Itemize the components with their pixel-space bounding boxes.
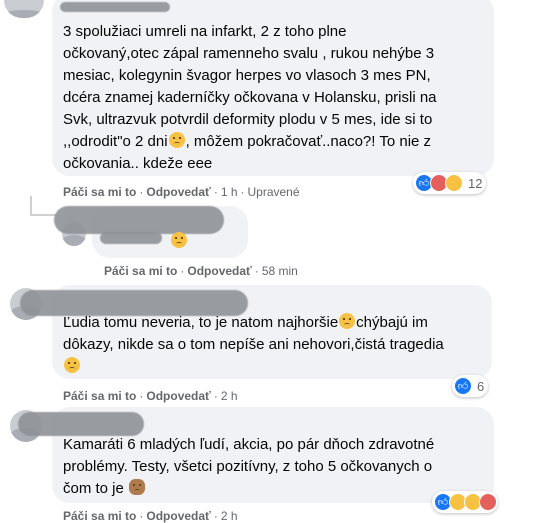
comment-line-with-emoji: čom to je — [63, 479, 146, 499]
comment-line: dcéra znamej kaderníčky očkovana v Holan… — [63, 89, 437, 106]
sad-face-icon — [64, 357, 80, 373]
separator: · — [213, 185, 218, 199]
worried-face-icon — [339, 313, 356, 329]
timestamp-link[interactable]: 1 h — [221, 185, 238, 199]
like-button[interactable]: Páči sa mi to — [63, 185, 136, 199]
comment-line: 3 spolužiaci umreli na infarkt, 2 z toho… — [63, 23, 347, 40]
comment-actions: Páči sa mi to · Odpovedať · 58 min — [104, 264, 298, 278]
edited-label[interactable]: Upravené — [248, 185, 300, 199]
comment-actions: Páči sa mi to · Odpovedať · 2 h — [63, 389, 238, 403]
separator: · — [180, 264, 185, 278]
like-button[interactable]: Páči sa mi to — [104, 264, 177, 278]
redacted-content — [100, 232, 162, 244]
separator: · — [139, 389, 144, 403]
separator: · — [213, 389, 218, 403]
comment-line: Kamaráti 6 mladých ľudí, akcia, po pár d… — [63, 436, 435, 453]
comment-line-with-emoji: Ľudia tomu neveria, to je natom najhorši… — [63, 313, 428, 333]
comment-text: čom to je — [63, 480, 124, 497]
like-button[interactable]: Páči sa mi to — [63, 509, 136, 523]
redacted-author-name — [18, 412, 144, 436]
timestamp-link[interactable]: 2 h — [221, 509, 238, 523]
reactions-summary[interactable]: 👍︎ 12 — [413, 172, 487, 194]
timestamp-link[interactable]: 2 h — [221, 389, 238, 403]
reply-button[interactable]: Odpovedať — [146, 509, 210, 523]
comment-line: mesiac, kolegynin švagor herpes vo vlaso… — [63, 67, 431, 84]
separator: · — [213, 509, 218, 523]
separator: · — [139, 509, 144, 523]
like-button[interactable]: Páči sa mi to — [63, 389, 136, 403]
avatar[interactable] — [4, 0, 44, 18]
comment-actions: Páči sa mi to · Odpovedať · 1 h · Upravené — [63, 185, 300, 199]
reply-button[interactable]: Odpovedať — [146, 389, 210, 403]
comment-text: chýbajú im — [356, 314, 428, 331]
reply-button[interactable]: Odpovedať — [146, 185, 210, 199]
separator: · — [254, 264, 259, 278]
sleepy-face-icon — [171, 232, 187, 248]
separator: · — [240, 185, 245, 199]
crying-face-icon — [168, 132, 185, 148]
comment-line-with-emoji — [63, 357, 81, 377]
comment-text: Ľudia tomu neveria, to je natom najhorši… — [63, 314, 339, 331]
see-no-evil-monkey-icon — [129, 479, 146, 495]
reply-button[interactable]: Odpovedať — [187, 264, 251, 278]
reactions-summary[interactable]: 👍︎ — [432, 491, 498, 513]
redacted-content — [54, 206, 224, 234]
like-reaction-icon: 👍︎ — [454, 377, 472, 395]
comment-line: problémy. Testy, všetci pozitívny, z toh… — [63, 458, 433, 475]
comment-line: očkovania.. kdeže eee — [63, 155, 213, 172]
separator: · — [139, 185, 144, 199]
reactions-summary[interactable]: 👍︎ 6 — [452, 375, 489, 397]
timestamp-link[interactable]: 58 min — [262, 264, 298, 278]
comment-line-with-emoji: ,,odrodit"o 2 dni , môžem pokračovať..nac… — [63, 132, 431, 152]
comment-actions: Páči sa mi to · Odpovedať · 2 h — [63, 509, 238, 523]
comment-line: Svk, ultrazvuk potvrdil deformity plodu … — [63, 111, 433, 128]
thread-line — [30, 196, 32, 216]
angry-reaction-icon — [479, 493, 497, 511]
wow-reaction-icon — [445, 174, 463, 192]
comment-line: očkovaný,otec zápal ramenneho svalu , ru… — [63, 45, 435, 62]
comment-text: ,,odrodit"o 2 dni — [63, 133, 168, 150]
comment-text: , môžem pokračovať..naco?! To nie z — [185, 133, 432, 150]
reaction-count: 6 — [477, 378, 485, 394]
reaction-count: 12 — [468, 175, 483, 191]
redacted-author-name — [60, 2, 170, 12]
comment-line: dôkazy, nikde sa o tom nepíše ani nehovo… — [63, 336, 444, 353]
